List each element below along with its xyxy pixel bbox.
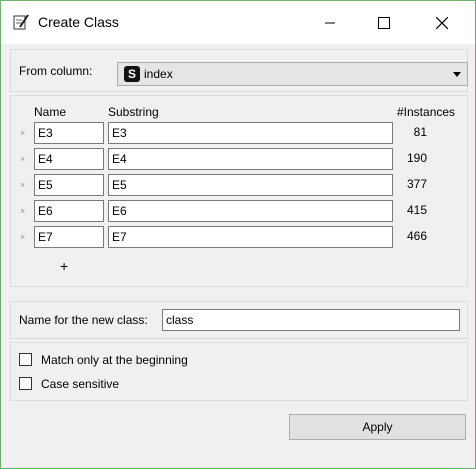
instances-column-header: #Instances: [397, 105, 456, 119]
instance-count: 190: [406, 151, 427, 165]
options-panel: Match only at the beginning Case sensiti…: [10, 342, 468, 401]
create-class-window: Create Class From column: S index Name S…: [0, 0, 476, 469]
class-name-input[interactable]: E6: [34, 200, 104, 222]
case-sensitive-label: Case sensitive: [41, 377, 120, 391]
from-column-label: From column:: [19, 64, 93, 78]
new-class-label: Name for the new class:: [19, 313, 148, 327]
substring-input[interactable]: E5: [108, 174, 393, 196]
minimize-icon: [325, 22, 335, 23]
class-name-input[interactable]: E5: [34, 174, 104, 196]
from-column-value: index: [144, 67, 173, 81]
instance-count: 415: [406, 203, 427, 217]
class-name-input[interactable]: E7: [34, 226, 104, 248]
instance-count: 81: [413, 125, 427, 139]
substring-input[interactable]: E4: [108, 148, 393, 170]
match-beginning-label: Match only at the beginning: [41, 353, 188, 367]
new-class-name-input[interactable]: class: [162, 309, 460, 331]
remove-row-icon[interactable]: ×: [20, 128, 25, 138]
maximize-button[interactable]: [361, 1, 407, 44]
substring-input[interactable]: E3: [108, 122, 393, 144]
maximize-icon: [378, 16, 390, 29]
remove-row-icon[interactable]: ×: [20, 206, 25, 216]
remove-row-icon[interactable]: ×: [20, 232, 25, 242]
instance-count: 377: [406, 177, 427, 191]
match-beginning-checkbox[interactable]: [19, 353, 32, 366]
from-column-panel: From column: S index: [10, 49, 468, 92]
string-type-icon: S: [124, 66, 140, 82]
add-row-button[interactable]: +: [60, 258, 68, 274]
substring-input[interactable]: E7: [108, 226, 393, 248]
rules-panel: Name Substring #Instances × E3 E3 81 × E…: [10, 95, 468, 287]
case-sensitive-checkbox[interactable]: [19, 377, 32, 390]
window-title: Create Class: [38, 14, 119, 30]
substring-input[interactable]: E6: [108, 200, 393, 222]
dialog-content: From column: S index Name Substring #Ins…: [1, 44, 475, 468]
remove-row-icon[interactable]: ×: [20, 180, 25, 190]
substring-column-header: Substring: [108, 105, 159, 119]
from-column-select[interactable]: S index: [117, 62, 468, 86]
remove-row-icon[interactable]: ×: [20, 154, 25, 164]
title-bar[interactable]: Create Class: [1, 1, 475, 44]
chevron-down-icon: [453, 72, 461, 77]
apply-button[interactable]: Apply: [289, 414, 466, 440]
close-icon: [436, 16, 448, 29]
instance-count: 466: [406, 229, 427, 243]
app-icon: [13, 14, 29, 30]
new-class-panel: Name for the new class: class: [10, 301, 468, 339]
minimize-button[interactable]: [307, 1, 353, 44]
close-button[interactable]: [419, 1, 465, 44]
name-column-header: Name: [34, 105, 67, 119]
class-name-input[interactable]: E3: [34, 122, 104, 144]
class-name-input[interactable]: E4: [34, 148, 104, 170]
